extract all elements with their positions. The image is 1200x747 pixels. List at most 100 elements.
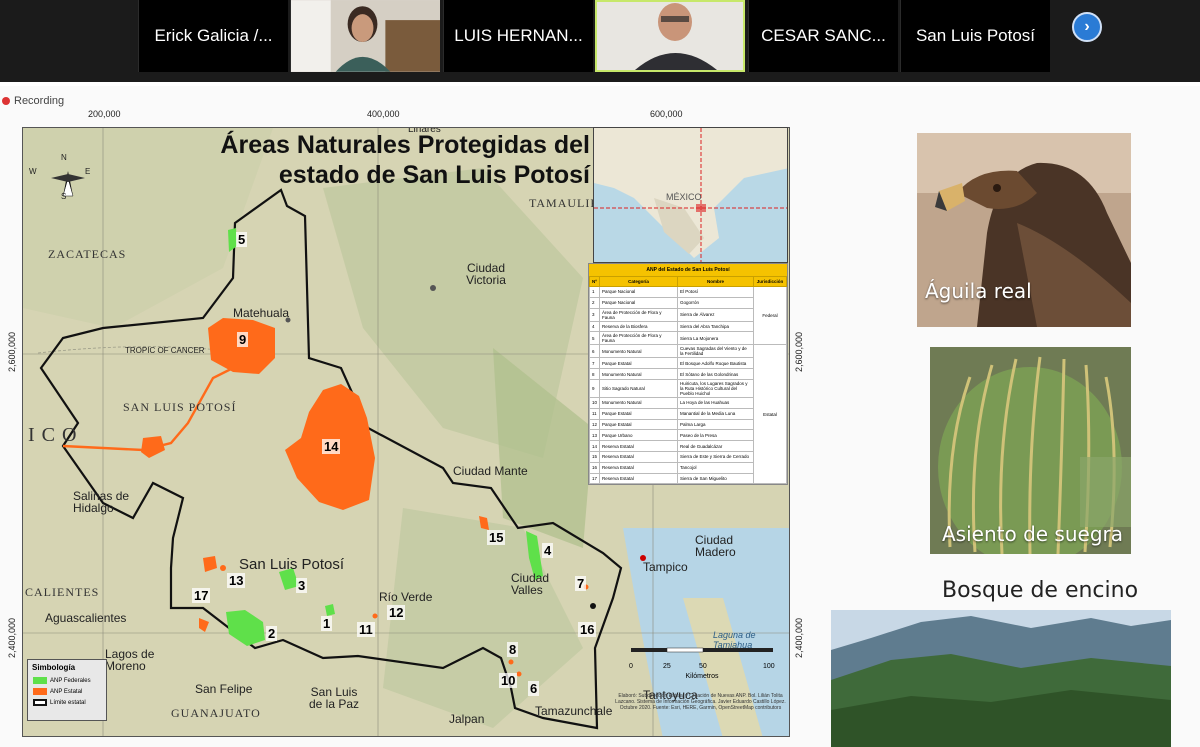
legend-item: ANP Estatal xyxy=(28,686,106,697)
table-cell-jurisdiction: Estatal xyxy=(753,344,787,485)
table-cell: 3 xyxy=(588,307,601,322)
anp-number-14: 14 xyxy=(322,439,341,454)
table-cell: Real de Guadalcázar xyxy=(677,440,755,452)
photo-title-bosque: Bosque de encino xyxy=(942,578,1139,603)
table-cell: El Sótano de las Golondrinas xyxy=(677,368,755,380)
legend-item: Límite estatal xyxy=(28,697,106,708)
table-cell: 15 xyxy=(588,450,601,463)
table-cell: 2 xyxy=(588,296,601,309)
top-tick-label: 600,000 xyxy=(650,109,683,119)
anp-number-9: 9 xyxy=(237,332,249,347)
participant-video-feed xyxy=(597,2,743,70)
table-cell: 14 xyxy=(588,440,601,452)
anp-number-7: 7 xyxy=(575,576,587,591)
table-cell: 10 xyxy=(588,396,601,409)
map-legend: Simbología ANP Federales ANP Estatal Lím… xyxy=(27,659,107,721)
label-ciudad-valles: Ciudad Valles xyxy=(511,571,550,597)
table-cell: Sierra de San Miguelito xyxy=(677,472,755,485)
label-slp-region: SAN LUIS POTOSÍ xyxy=(123,400,237,414)
participant-tile-4[interactable]: San Luis Potosí xyxy=(900,0,1050,72)
table-cell: Parque Estatal xyxy=(599,418,679,431)
table-cell: 5 xyxy=(588,331,601,346)
label-guanajuato: GUANAJUATO xyxy=(171,706,261,720)
participant-name: Erick Galicia /... xyxy=(154,26,273,45)
table-header: Jurisdicción xyxy=(753,276,787,287)
anp-table-title: ANP del Estado de San Luis Potosí xyxy=(589,264,787,276)
table-header: Nombre xyxy=(677,276,755,287)
label-aguascalientes: Aguascalientes xyxy=(45,611,127,625)
record-icon xyxy=(2,97,10,105)
participant-tile-1[interactable]: Erick Galicia /... xyxy=(138,0,288,72)
participant-video-2[interactable] xyxy=(595,0,745,72)
table-cell: 7 xyxy=(588,357,601,370)
table-cell: Sierra La Mojonera xyxy=(677,331,755,346)
scale-tick: 50 xyxy=(699,663,707,670)
mexico-inset-map: MÉXICO xyxy=(593,127,788,263)
photo-asiento-suegra: Asiento de suegra xyxy=(930,347,1131,554)
label-linares: Linares xyxy=(408,127,441,135)
label-jalpan: Jalpan xyxy=(449,712,485,726)
table-cell: 13 xyxy=(588,429,601,442)
table-cell: Parque Nacional xyxy=(599,286,679,298)
participant-video-1[interactable] xyxy=(290,0,440,72)
anp-number-13: 13 xyxy=(227,573,246,588)
table-cell: 9 xyxy=(588,378,601,398)
anp-number-15: 15 xyxy=(487,530,506,545)
compass-n: N xyxy=(61,153,67,162)
anp-number-11: 11 xyxy=(357,622,375,637)
anp-number-12: 12 xyxy=(387,605,406,620)
label-tampico: Tampico xyxy=(643,560,688,574)
label-matehuala: Matehuala xyxy=(233,306,290,320)
photo-label-aguila: Águila real xyxy=(925,279,1032,303)
scale-bar-graphic xyxy=(631,647,773,653)
table-row: 6 Monumento Natural Cuevas Sagradas del Vi… xyxy=(588,344,787,485)
table-cell: La Hoya de las Huahuas xyxy=(677,396,755,409)
anp-number-6: 6 xyxy=(528,681,540,696)
chevron-right-icon[interactable]: › xyxy=(1072,12,1102,42)
table-cell: El Bosque Adolfo Roque Bautista xyxy=(677,357,755,370)
table-cell: Área de Protección de Flora y Fauna xyxy=(599,331,679,346)
table-header: Nº xyxy=(588,276,601,287)
scale-tick: 25 xyxy=(663,663,671,670)
participant-tile-2[interactable]: LUIS HERNAN... xyxy=(443,0,593,72)
photo-aguila-real: Águila real xyxy=(917,133,1131,327)
legend-swatch xyxy=(33,688,47,695)
participant-name: CESAR SANC... xyxy=(761,26,886,45)
table-cell: Manantial de la Media Luna xyxy=(677,407,755,420)
label-zacatecas: ZACATECAS xyxy=(48,247,127,261)
scale-tick: 0 xyxy=(629,663,633,670)
legend-item: ANP Federales xyxy=(28,675,106,686)
photo-label-asiento: Asiento de suegra xyxy=(942,522,1124,546)
anp-table-grid: Nº Categoría Nombre Jurisdicción 1 Parque… xyxy=(588,276,787,485)
participant-name: LUIS HERNAN... xyxy=(454,26,583,45)
legend-swatch xyxy=(33,677,47,684)
table-cell: Área de Protección de Flora y Fauna xyxy=(599,307,679,322)
top-tick-label: 200,000 xyxy=(88,109,121,119)
label-ciudad-mante: Ciudad Mante xyxy=(453,464,528,478)
right-tick-label: 2,600,000 xyxy=(794,331,804,372)
table-cell: Palma Larga xyxy=(677,418,755,431)
table-cell: Sierra de Este y Sierra de Cerrado xyxy=(677,450,755,463)
table-cell: Sierra de Álvarez xyxy=(677,307,755,322)
map-title-line1: Áreas Naturales Protegidas del xyxy=(220,131,590,159)
left-tick-label: 2,400,000 xyxy=(7,617,17,658)
table-cell: Paseo de la Presa xyxy=(677,429,755,442)
participant-video-feed xyxy=(291,0,440,72)
table-cell: Reserva Estatal xyxy=(599,450,679,463)
video-strip: Erick Galicia /... LUIS HERNAN... CESAR … xyxy=(0,0,1200,82)
participant-tile-3[interactable]: CESAR SANC... xyxy=(748,0,898,72)
legend-title: Simbología xyxy=(32,663,76,672)
label-rio-verde: Río Verde xyxy=(379,590,433,604)
label-san-felipe: San Felipe xyxy=(195,682,253,696)
label-calientes: CALIENTES xyxy=(25,585,100,599)
scale-unit: Kilómetros xyxy=(685,673,719,680)
inset-label-mexico: MÉXICO xyxy=(666,192,702,202)
table-header: Categoría xyxy=(599,276,679,287)
anp-number-16: 16 xyxy=(578,622,597,637)
anp-number-2: 2 xyxy=(266,626,278,641)
table-cell: Monumento Natural xyxy=(599,344,679,359)
table-cell: Parque Estatal xyxy=(599,407,679,420)
left-tick-label: 2,600,000 xyxy=(7,331,17,372)
table-cell: Cuevas Sagradas del Viento y de la Ferti… xyxy=(677,344,755,359)
label-slp-paz: San Luis de la Paz xyxy=(308,685,360,711)
